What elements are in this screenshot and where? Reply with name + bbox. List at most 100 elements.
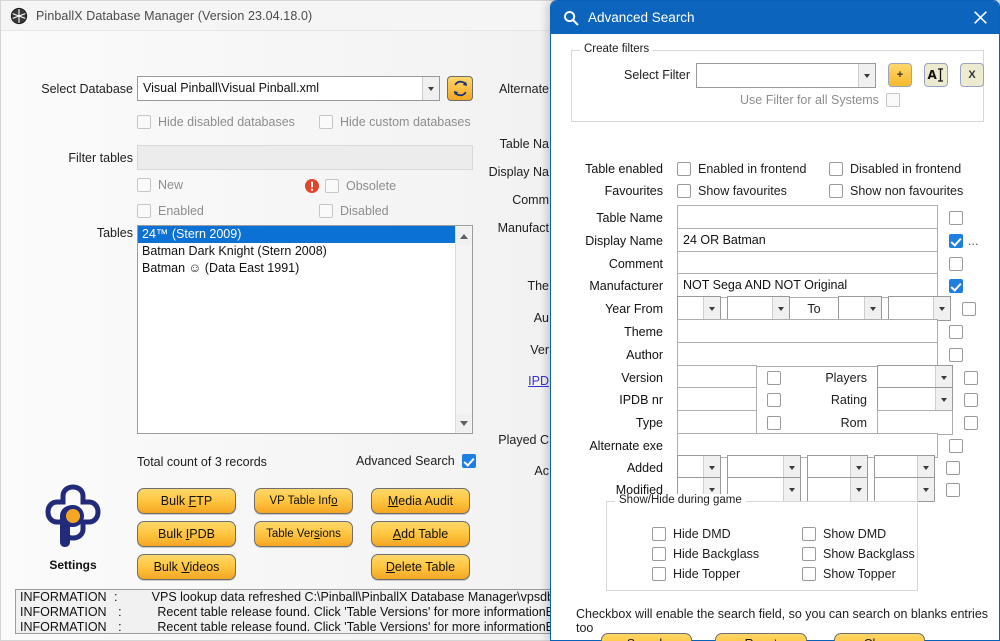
year-from-operator-combo[interactable] — [677, 296, 721, 321]
show-dmd-checkbox[interactable] — [802, 527, 816, 541]
chevron-down-icon[interactable] — [917, 478, 934, 501]
added-enable-checkbox[interactable] — [946, 460, 960, 475]
year-to-value-combo[interactable] — [888, 296, 951, 321]
display-name-enable-checkbox[interactable] — [949, 233, 963, 248]
bulk-ipdb-button[interactable]: Bulk IPDB — [137, 521, 236, 547]
add-filter-button[interactable]: + — [888, 63, 912, 87]
tables-scrollbar[interactable] — [455, 226, 472, 433]
hide-topper-row[interactable]: Hide Topper — [652, 567, 740, 581]
manufacturer-input[interactable]: NOT Sega AND NOT Original — [677, 273, 938, 298]
author-enable-checkbox[interactable] — [949, 347, 963, 362]
disabled-frontend-row[interactable]: Disabled in frontend — [829, 162, 961, 176]
chevron-down-icon[interactable] — [422, 77, 439, 100]
close-icon[interactable] — [972, 9, 989, 26]
delete-table-button[interactable]: Delete Table — [371, 554, 470, 580]
alternate-exe-enable-checkbox[interactable] — [949, 438, 963, 453]
comment-enable-checkbox[interactable] — [949, 256, 963, 271]
enabled-frontend-checkbox[interactable] — [677, 162, 691, 176]
bulk-videos-button[interactable]: Bulk Videos — [137, 554, 236, 580]
rating-enable-checkbox[interactable] — [964, 392, 978, 407]
use-filter-all-systems-checkbox[interactable] — [885, 93, 900, 107]
hide-backglass-row[interactable]: Hide Backglass — [652, 547, 759, 561]
theme-enable-checkbox[interactable] — [949, 324, 963, 339]
bulk-ftp-button[interactable]: Bulk FTP — [137, 488, 236, 514]
manufacturer-enable-checkbox[interactable] — [949, 278, 963, 293]
show-backglass-row[interactable]: Show Backglass — [802, 547, 915, 561]
search-button[interactable]: Search — [601, 633, 692, 641]
table-versions-button[interactable]: Table Versions — [254, 521, 353, 547]
players-enable-checkbox[interactable] — [964, 370, 978, 385]
ipdb-input[interactable] — [677, 387, 757, 412]
hide-custom-databases-checkbox[interactable] — [319, 115, 333, 129]
settings-button[interactable]: Settings — [23, 483, 123, 579]
chevron-down-icon[interactable] — [772, 297, 789, 320]
chevron-down-icon[interactable] — [850, 456, 867, 479]
close-button[interactable]: Close — [834, 633, 925, 641]
chevron-down-icon[interactable] — [703, 297, 720, 320]
chevron-down-icon[interactable] — [917, 456, 934, 479]
show-favourites-checkbox[interactable] — [677, 184, 691, 198]
version-enable-checkbox[interactable] — [767, 370, 781, 385]
list-item[interactable]: Batman ☺ (Data East 1991) — [138, 260, 472, 277]
rom-enable-checkbox[interactable] — [964, 415, 978, 430]
show-non-favourites-checkbox[interactable] — [829, 184, 843, 198]
chevron-down-icon[interactable] — [783, 478, 800, 501]
hide-custom-databases-row[interactable]: Hide custom databases — [319, 115, 471, 129]
modified-enable-checkbox[interactable] — [946, 482, 960, 497]
table-name-enable-checkbox[interactable] — [949, 210, 963, 225]
refresh-database-button[interactable] — [447, 76, 473, 101]
delete-filter-button[interactable]: X — [960, 63, 984, 87]
add-table-button[interactable]: Add Table — [371, 521, 470, 547]
use-filter-all-systems-row[interactable]: Use Filter for all Systems — [740, 93, 900, 107]
hide-disabled-databases-row[interactable]: Hide disabled databases — [137, 115, 295, 129]
hide-dmd-checkbox[interactable] — [652, 527, 666, 541]
type-enable-checkbox[interactable] — [767, 415, 781, 430]
filter-enabled-row[interactable]: Enabled — [137, 204, 204, 218]
chevron-down-icon[interactable] — [783, 456, 800, 479]
filter-obsolete-checkbox[interactable] — [325, 179, 339, 193]
log-panel[interactable]: INFORMATION : VPS lookup data refreshed … — [15, 589, 555, 634]
filter-new-row[interactable]: New — [137, 178, 183, 192]
year-enable-checkbox[interactable] — [962, 301, 976, 316]
show-backglass-checkbox[interactable] — [802, 547, 816, 561]
media-audit-button[interactable]: Media Audit — [371, 488, 470, 514]
rating-combo[interactable] — [877, 387, 953, 412]
filter-obsolete-row[interactable]: Obsolete — [304, 178, 396, 194]
ipdb-enable-checkbox[interactable] — [767, 392, 781, 407]
ipdb-link[interactable]: IPD — [528, 374, 549, 388]
select-filter-combo[interactable] — [696, 63, 876, 88]
list-item[interactable]: 24™ (Stern 2009) — [138, 226, 472, 243]
chevron-down-icon[interactable] — [933, 297, 950, 320]
show-non-favourites-row[interactable]: Show non favourites — [829, 184, 963, 198]
scroll-up-icon[interactable] — [456, 227, 471, 245]
chevron-down-icon[interactable] — [858, 64, 875, 87]
hide-topper-checkbox[interactable] — [652, 567, 666, 581]
chevron-down-icon[interactable] — [703, 456, 720, 479]
scroll-down-icon[interactable] — [456, 414, 471, 432]
author-input[interactable] — [677, 342, 938, 367]
show-dmd-row[interactable]: Show DMD — [802, 527, 886, 541]
filter-disabled-checkbox[interactable] — [319, 204, 333, 218]
show-topper-row[interactable]: Show Topper — [802, 567, 896, 581]
hide-backglass-checkbox[interactable] — [652, 547, 666, 561]
rom-input[interactable] — [877, 410, 953, 435]
chevron-down-icon[interactable] — [864, 297, 881, 320]
chevron-down-icon[interactable] — [850, 478, 867, 501]
hide-disabled-databases-checkbox[interactable] — [137, 115, 151, 129]
filter-tables-input[interactable] — [137, 145, 473, 170]
show-favourites-row[interactable]: Show favourites — [677, 184, 829, 198]
table-name-input[interactable] — [677, 205, 938, 230]
theme-input[interactable] — [677, 319, 938, 344]
modified-date2-combo[interactable] — [874, 477, 935, 502]
enabled-frontend-row[interactable]: Enabled in frontend — [677, 162, 829, 176]
year-from-value-combo[interactable] — [727, 296, 790, 321]
filter-new-checkbox[interactable] — [137, 178, 151, 192]
show-topper-checkbox[interactable] — [802, 567, 816, 581]
chevron-down-icon[interactable] — [935, 388, 952, 411]
list-item[interactable]: Batman Dark Knight (Stern 2008) — [138, 243, 472, 260]
disabled-frontend-checkbox[interactable] — [829, 162, 843, 176]
display-name-ellipsis[interactable]: ... — [968, 234, 978, 248]
reset-button[interactable]: Reset — [715, 633, 807, 641]
year-to-operator-combo[interactable] — [838, 296, 882, 321]
vp-table-info-button[interactable]: VP Table Info — [254, 488, 353, 514]
